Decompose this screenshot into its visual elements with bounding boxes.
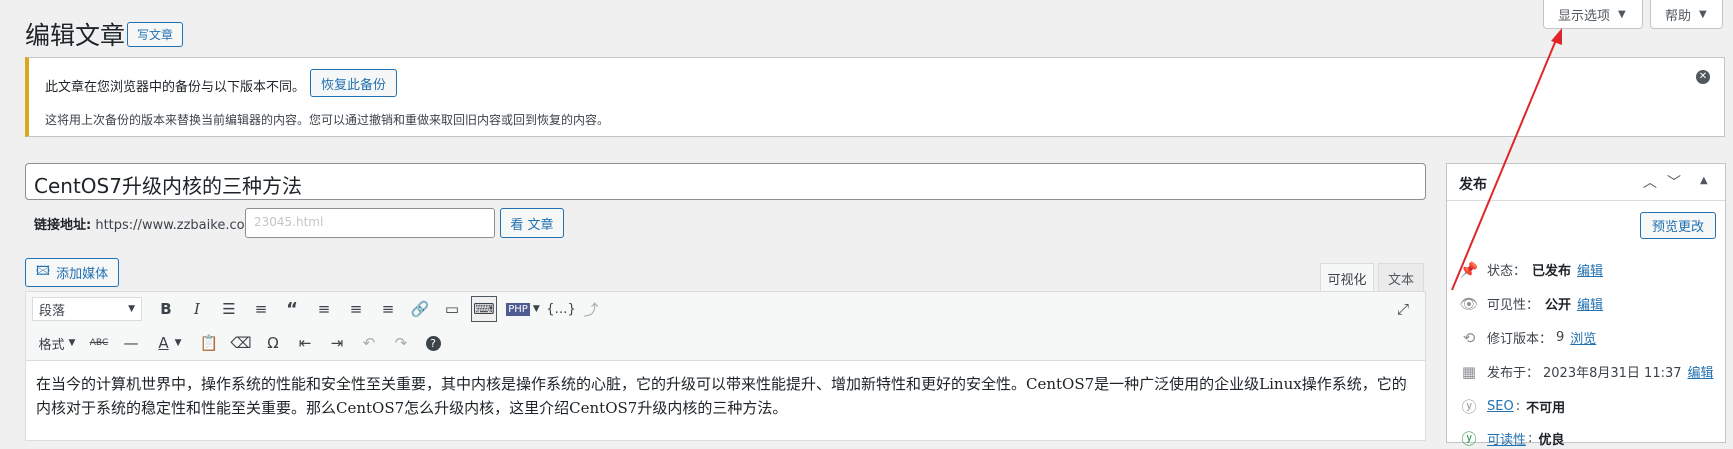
readability-value: 优良: [1538, 433, 1565, 448]
readability-row: ⓨ 可读性 : 优良: [1459, 428, 1564, 449]
readability-link[interactable]: 可读性: [1487, 429, 1526, 448]
yoast-readability-icon: ⓨ: [1461, 430, 1477, 448]
annotation-arrow-icon: [1451, 28, 1562, 291]
